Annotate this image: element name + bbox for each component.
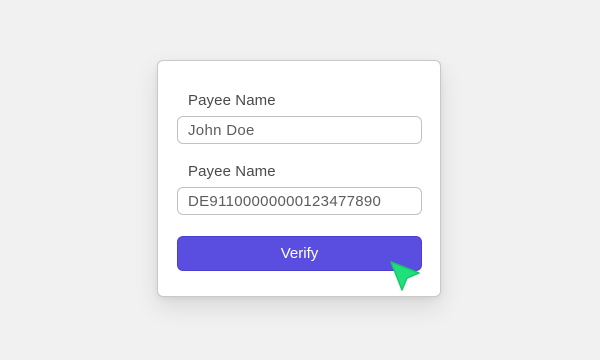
pointer-arrow-icon (390, 261, 420, 291)
iban-input[interactable] (177, 187, 422, 215)
iban-label: Payee Name (188, 163, 276, 180)
payee-name-label: Payee Name (188, 92, 276, 109)
payee-name-input[interactable] (177, 116, 422, 144)
verify-button[interactable]: Verify (177, 236, 422, 271)
page-background: Payee Name Payee Name Verify (0, 0, 600, 360)
verify-button-label: Verify (280, 245, 319, 262)
